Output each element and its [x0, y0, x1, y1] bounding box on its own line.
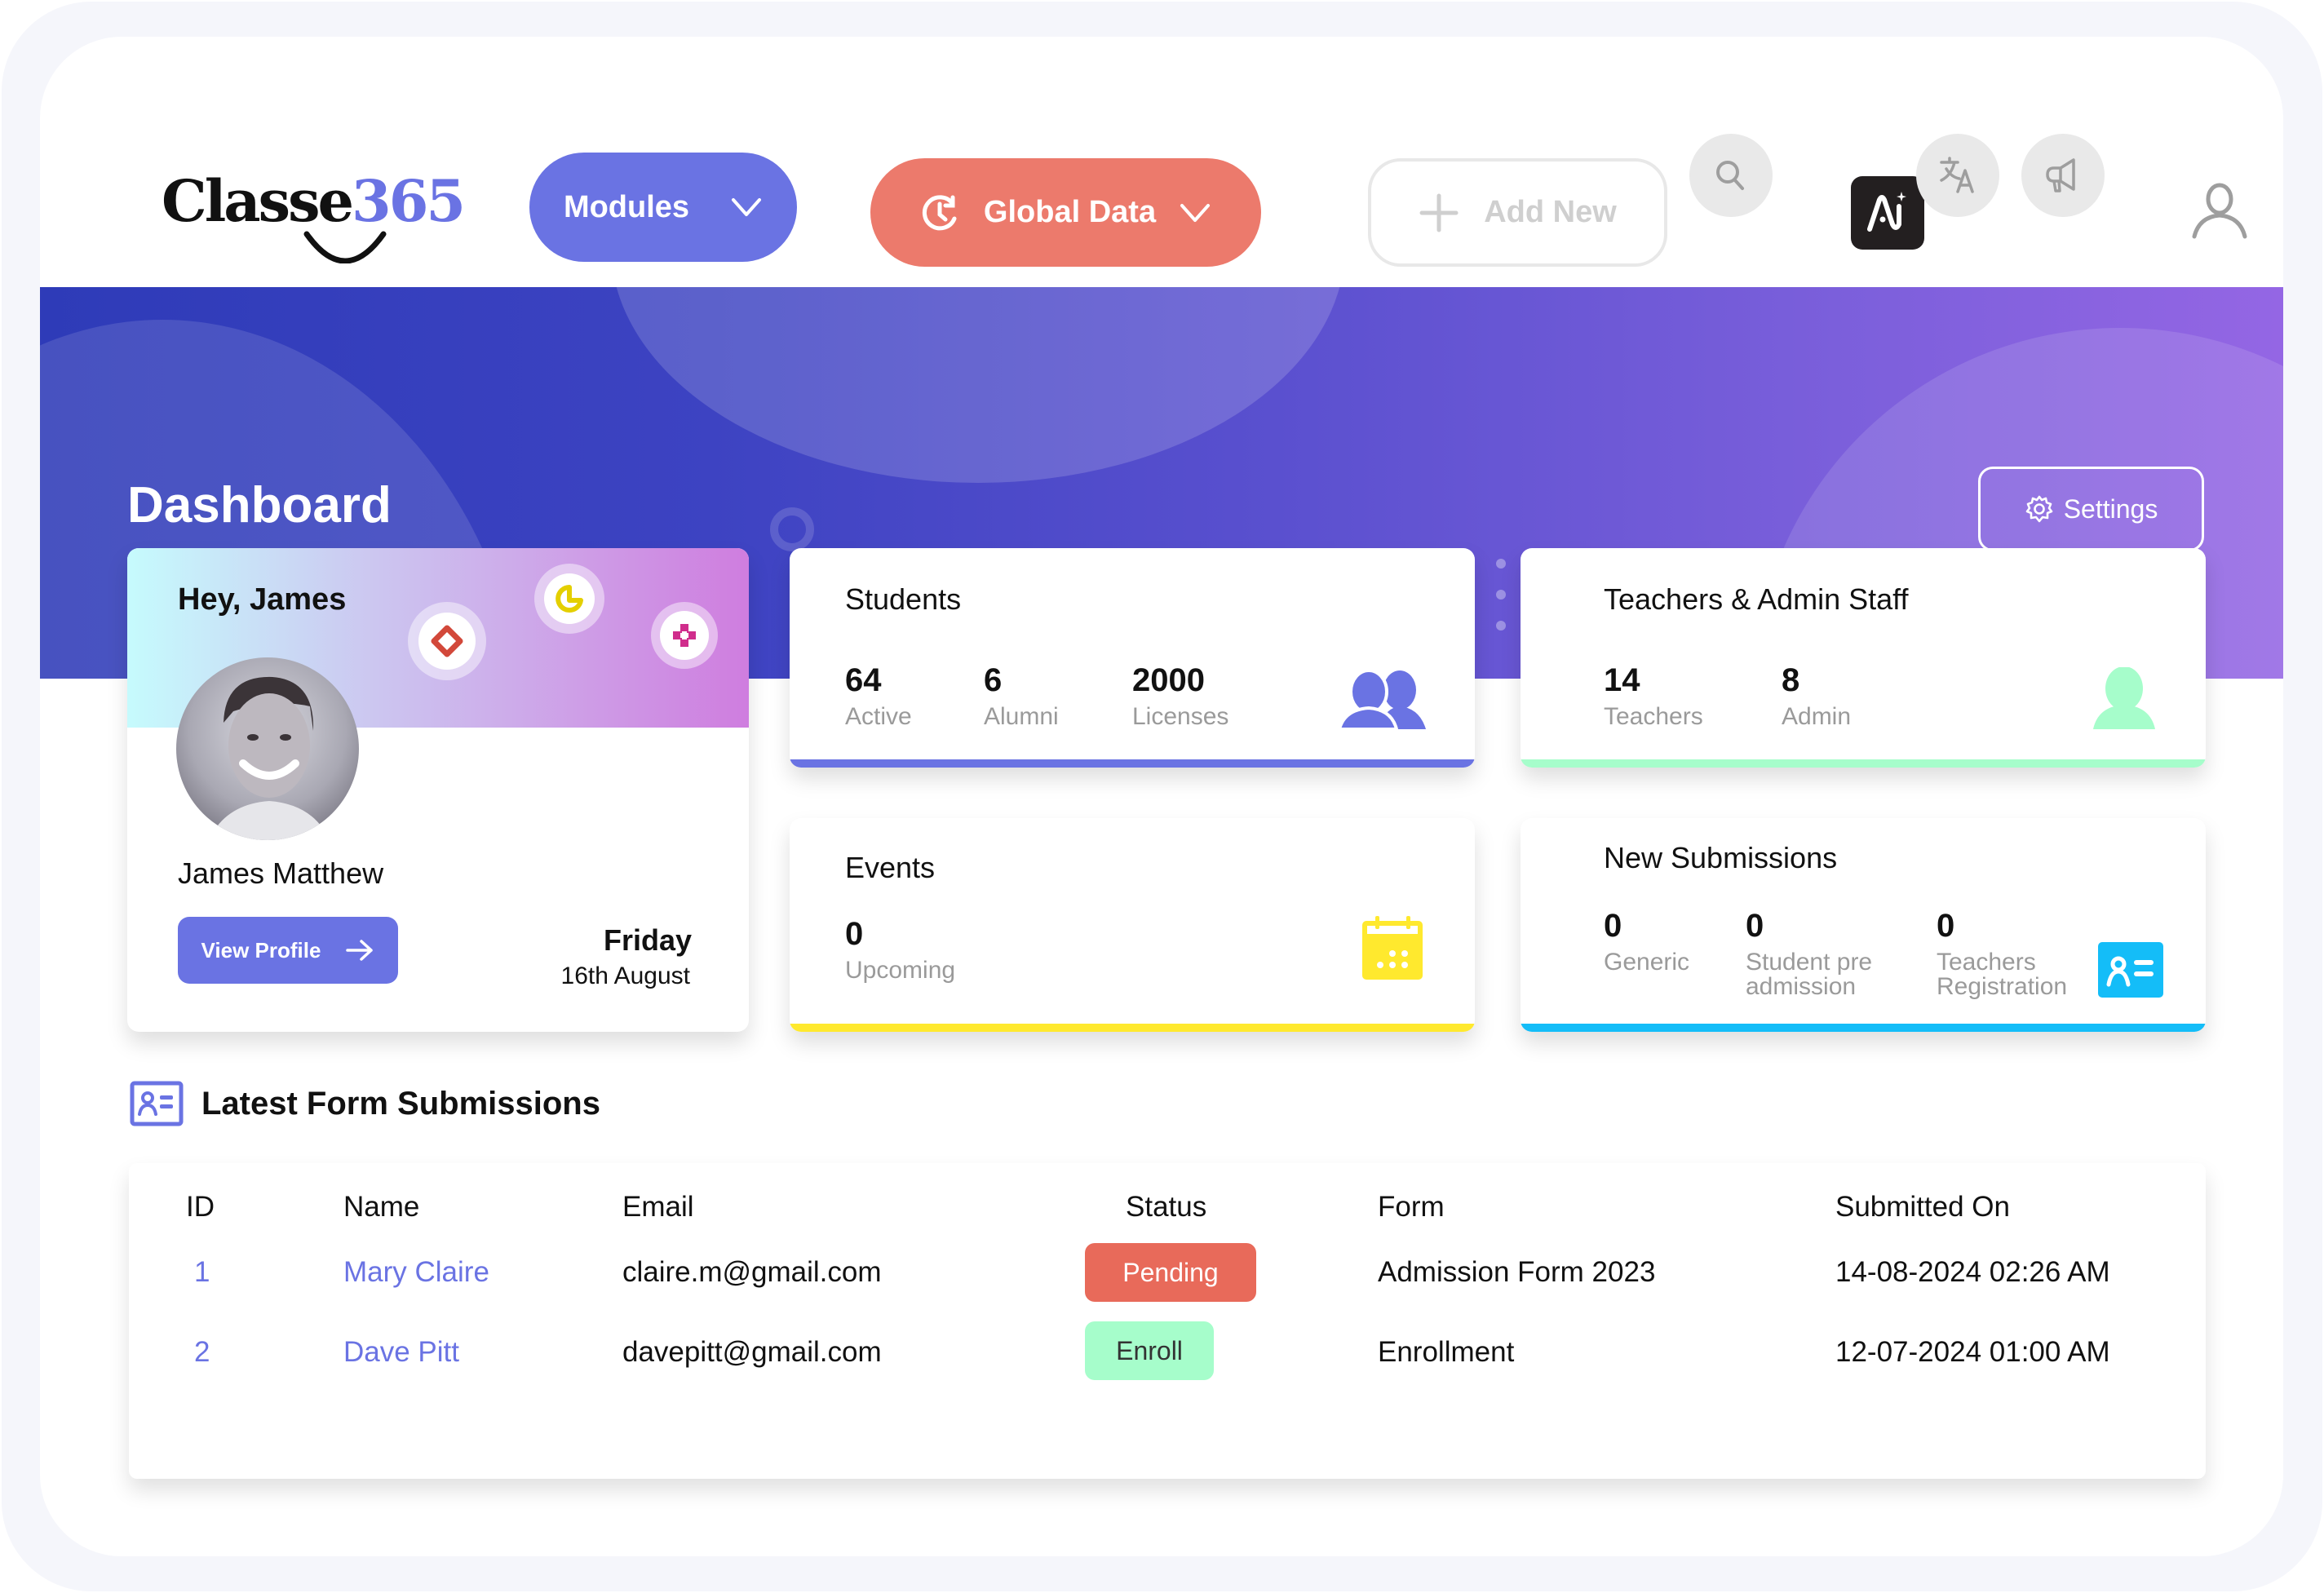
- avatar[interactable]: [176, 657, 359, 840]
- user-icon: [2192, 183, 2247, 239]
- card-title: Students: [845, 582, 962, 616]
- translate-icon: [1940, 157, 1974, 193]
- column-header-name[interactable]: Name: [343, 1191, 419, 1224]
- row-email: davepitt@gmail.com: [622, 1336, 882, 1368]
- card-accent-bar: [1521, 1024, 2206, 1032]
- gear-icon: [2025, 495, 2052, 523]
- add-new-label: Add New: [1484, 195, 1617, 229]
- view-profile-label: View Profile: [201, 937, 321, 962]
- status-badge-pending[interactable]: Pending: [1085, 1243, 1256, 1302]
- column-header-form[interactable]: Form: [1378, 1191, 1445, 1224]
- row-name-link[interactable]: Mary Claire: [343, 1256, 489, 1289]
- users-group-icon: [1338, 670, 1426, 729]
- status-badge-enroll[interactable]: Enroll: [1085, 1321, 1214, 1380]
- profile-card: Hey, James James Matthew View Profile Fr…: [127, 548, 749, 1032]
- current-date: 16th August: [560, 962, 690, 989]
- search-button[interactable]: [1689, 134, 1773, 217]
- form-id-icon: [130, 1081, 184, 1126]
- user-menu-button[interactable]: [2185, 175, 2254, 244]
- teachers-staff-card[interactable]: Teachers & Admin Staff 14 Teachers 8 Admin: [1521, 548, 2206, 768]
- logo[interactable]: Classe365: [162, 167, 466, 265]
- app-window: Classe365 Modules Global Data Add New Da…: [40, 37, 2283, 1556]
- avatar-photo: [209, 676, 330, 840]
- arrow-right-icon: [346, 940, 374, 961]
- calendar-icon: [1362, 916, 1423, 980]
- id-card-icon: [2098, 942, 2163, 998]
- megaphone-icon: [2046, 158, 2075, 192]
- translate-button[interactable]: [1916, 134, 1999, 217]
- ai-assistant-button[interactable]: [1851, 176, 1924, 250]
- card-title: New Submissions: [1604, 841, 1838, 874]
- page-title: Dashboard: [127, 477, 392, 533]
- user-name: James Matthew: [178, 856, 384, 890]
- current-day: Friday: [603, 923, 692, 957]
- row-form: Enrollment: [1378, 1336, 1515, 1368]
- achievement-badge: [534, 564, 604, 634]
- row-email: claire.m@gmail.com: [622, 1256, 882, 1288]
- stat-generic: 0 Generic: [1604, 908, 1690, 976]
- stat-admin: 8 Admin: [1782, 662, 1852, 730]
- stat-alumni: 6 Alumni: [984, 662, 1059, 730]
- pie-chart-icon: [556, 585, 583, 613]
- latest-submissions-header: Latest Form Submissions: [130, 1081, 600, 1126]
- card-title: Events: [845, 851, 936, 884]
- banner-ring-decoration: [770, 507, 814, 551]
- events-card[interactable]: Events 0 Upcoming: [790, 818, 1475, 1032]
- stat-upcoming: 0 Upcoming: [845, 916, 956, 984]
- global-data-dropdown[interactable]: Global Data: [870, 158, 1261, 267]
- row-submitted-on: 12-07-2024 01:00 AM: [1835, 1336, 2110, 1368]
- ai-icon: [1867, 192, 1906, 232]
- submissions-table: ID Name Email Status Form Submitted On 1…: [129, 1163, 2206, 1479]
- chevron-down-icon: [732, 198, 762, 216]
- plus-badge-icon: [673, 624, 696, 647]
- card-accent-bar: [790, 1024, 1475, 1032]
- banner-decoration: [611, 287, 1345, 483]
- achievement-badge: [651, 602, 718, 669]
- history-icon: [922, 194, 957, 230]
- row-name-link[interactable]: Dave Pitt: [343, 1336, 459, 1369]
- card-title: Teachers & Admin Staff: [1604, 582, 1909, 616]
- row-id[interactable]: 2: [194, 1336, 210, 1369]
- column-header-status[interactable]: Status: [1126, 1191, 1206, 1224]
- row-submitted-on: 14-08-2024 02:26 AM: [1835, 1256, 2110, 1288]
- add-new-button[interactable]: Add New: [1368, 158, 1667, 267]
- stat-student-pre-admission: 0 Student pre admission: [1746, 908, 1873, 1000]
- modules-label: Modules: [563, 189, 690, 224]
- view-profile-button[interactable]: View Profile: [178, 917, 398, 984]
- plus-icon: [1419, 193, 1459, 232]
- students-card[interactable]: Students 64 Active 6 Alumni 2000 Licenses: [790, 548, 1475, 768]
- diamond-icon: [431, 625, 463, 657]
- user-silhouette-icon: [2093, 667, 2155, 729]
- modules-dropdown[interactable]: Modules: [529, 153, 797, 262]
- column-header-email[interactable]: Email: [622, 1191, 694, 1224]
- stat-active: 64 Active: [845, 662, 912, 730]
- row-id[interactable]: 1: [194, 1256, 210, 1289]
- logo-smile-icon: [303, 231, 387, 263]
- card-accent-bar: [1521, 759, 2206, 768]
- settings-button[interactable]: Settings: [1978, 467, 2204, 551]
- announcements-button[interactable]: [2021, 134, 2105, 217]
- logo-text: Classe365: [162, 167, 466, 235]
- search-icon: [1716, 161, 1744, 190]
- stat-teachers-registration: 0 Teachers Registration: [1937, 908, 2068, 1000]
- row-form: Admission Form 2023: [1378, 1256, 1656, 1288]
- section-title: Latest Form Submissions: [201, 1085, 600, 1122]
- global-data-label: Global Data: [983, 195, 1157, 229]
- settings-label: Settings: [2063, 493, 2158, 524]
- card-accent-bar: [790, 759, 1475, 768]
- stat-teachers: 14 Teachers: [1604, 662, 1703, 730]
- achievement-badge: [408, 602, 486, 680]
- chevron-down-icon: [1180, 203, 1211, 222]
- stat-licenses: 2000 Licenses: [1132, 662, 1229, 730]
- greeting: Hey, James: [178, 582, 347, 617]
- column-header-id[interactable]: ID: [186, 1191, 215, 1224]
- new-submissions-card[interactable]: New Submissions 0 Generic 0 Student pre ad…: [1521, 818, 2206, 1032]
- column-header-submitted-on[interactable]: Submitted On: [1835, 1191, 2010, 1224]
